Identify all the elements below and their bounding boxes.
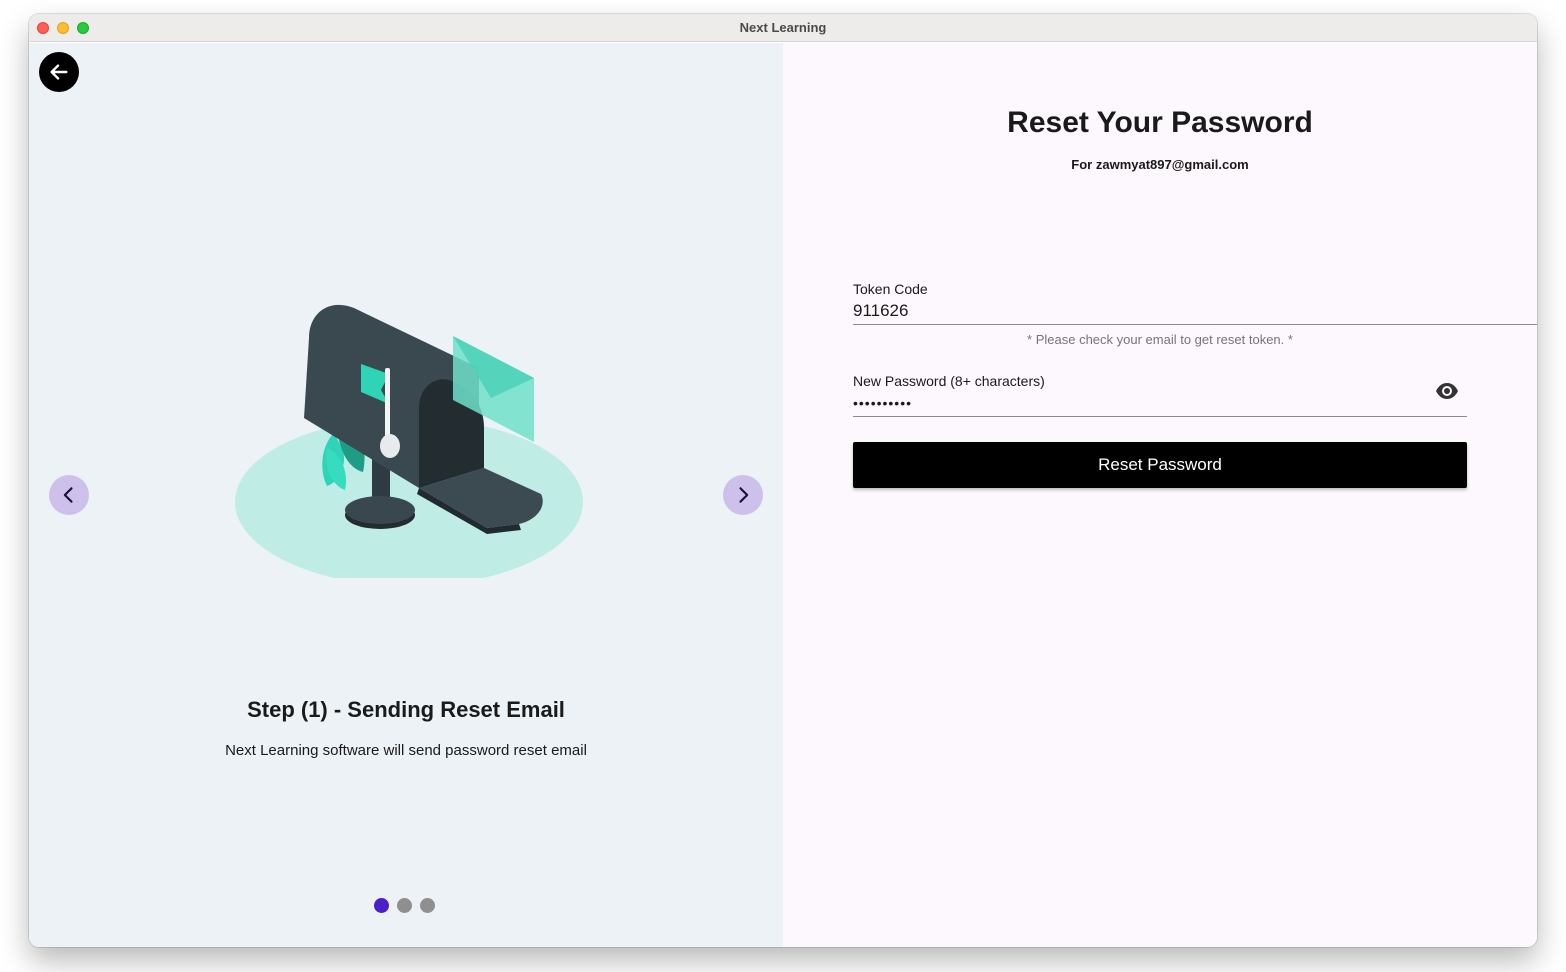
back-button[interactable] <box>39 52 79 92</box>
carousel-dot[interactable] <box>397 898 412 913</box>
reset-password-button[interactable]: Reset Password <box>853 442 1467 488</box>
page-title: Reset Your Password <box>1007 106 1313 139</box>
token-code-label: Token Code <box>853 281 928 297</box>
reset-password-form: Reset Your Password For zawmyat897@gmail… <box>783 43 1537 947</box>
mailbox-illustration <box>235 304 583 578</box>
chevron-left-icon <box>63 487 73 503</box>
new-password-label: New Password (8+ characters) <box>853 373 1045 389</box>
carousel-dot[interactable] <box>420 898 435 913</box>
new-password-field[interactable] <box>853 389 1467 417</box>
app-window: Next Learning Step (1) - Sending Reset E… <box>29 14 1537 947</box>
token-code-field[interactable] <box>853 297 1537 325</box>
onboarding-carousel: Step (1) - Sending Reset Email Next Lear… <box>29 43 783 947</box>
carousel-step-description: Next Learning software will send passwor… <box>225 742 587 759</box>
chevron-right-icon <box>739 487 749 503</box>
carousel-next-button[interactable] <box>723 475 763 515</box>
title-bar: Next Learning <box>29 14 1537 42</box>
carousel-dot[interactable] <box>374 898 389 913</box>
eye-icon[interactable] <box>1435 379 1459 403</box>
carousel-prev-button[interactable] <box>49 475 89 515</box>
window-title: Next Learning <box>739 20 827 35</box>
token-hint: * Please check your email to get reset t… <box>1027 332 1293 347</box>
arrow-left-icon <box>50 64 68 80</box>
carousel-indicator <box>374 898 435 913</box>
carousel-step-title: Step (1) - Sending Reset Email <box>247 697 565 722</box>
account-email: For zawmyat897@gmail.com <box>1071 157 1249 172</box>
